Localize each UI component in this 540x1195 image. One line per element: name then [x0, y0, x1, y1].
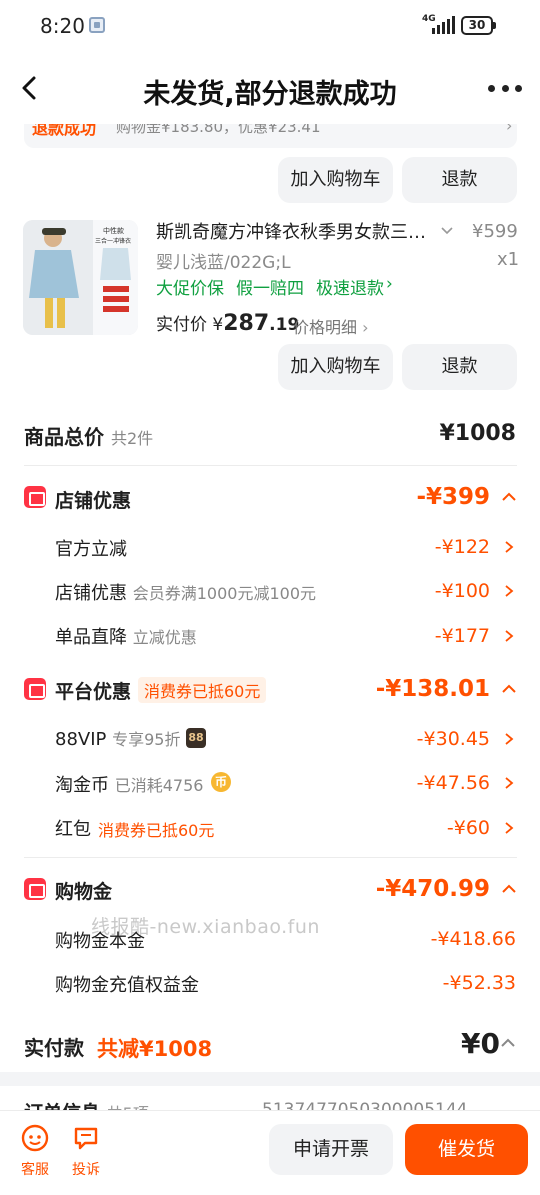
- product-quantity: x1: [497, 249, 520, 270]
- store-discount-amount[interactable]: -¥399: [416, 484, 490, 510]
- request-invoice-button[interactable]: 申请开票: [269, 1124, 393, 1175]
- chevron-right-icon[interactable]: [504, 540, 514, 554]
- store-coupon-amount[interactable]: -¥100: [435, 580, 490, 602]
- chevron-right-icon[interactable]: [504, 584, 514, 598]
- vip-amount[interactable]: -¥30.45: [417, 728, 490, 750]
- product-sku: 婴儿浅蓝/022G;L: [156, 253, 291, 273]
- total-label: 商品总价 共2件: [24, 421, 153, 450]
- vip-label: 88VIP: [55, 729, 107, 750]
- platform-discount-label: 平台优惠: [55, 681, 132, 703]
- chevron-up-icon[interactable]: [501, 684, 517, 694]
- consumer-coupon-tag: 消费券已抵60元: [138, 677, 267, 703]
- official-discount-label: 官方立减: [55, 539, 127, 560]
- product-image-text: 三合一冲锋衣: [95, 238, 132, 245]
- complain-button[interactable]: 投诉: [66, 1123, 106, 1179]
- chevron-right-icon[interactable]: [504, 821, 514, 835]
- item-count: 共2件: [110, 429, 154, 448]
- redpack-row: 红包: [55, 815, 91, 841]
- customer-service-icon: [21, 1124, 49, 1152]
- store-coupon-label: 店铺优惠: [55, 583, 127, 604]
- chevron-right-icon[interactable]: [504, 732, 514, 746]
- vip-88-icon: 88: [186, 728, 206, 748]
- signal-icon: [432, 16, 455, 34]
- service-tag: 极速退款: [316, 279, 384, 299]
- service-tags[interactable]: 大促价保 假一赔四 极速退款 ›: [156, 274, 393, 299]
- divider: [24, 857, 517, 858]
- shopping-gold-amount[interactable]: -¥470.99: [376, 876, 490, 902]
- redpack-note: 消费券已抵60元: [98, 821, 215, 840]
- product-image[interactable]: 中性款 三合一冲锋衣: [23, 220, 138, 335]
- gold-bonus-amount: -¥52.33: [442, 972, 516, 994]
- product-name[interactable]: 斯凯奇魔方冲锋衣秋季男女款三合一: [156, 218, 436, 244]
- gold-bonus-label: 购物金充值权益金: [55, 975, 199, 996]
- gold-principal-amount: -¥418.66: [430, 928, 516, 950]
- chevron-right-icon: ›: [362, 318, 369, 337]
- status-time: 8:20: [40, 14, 85, 38]
- refund-button[interactable]: 退款: [402, 157, 517, 203]
- urge-shipping-button[interactable]: 催发货: [405, 1124, 528, 1175]
- vip-row: 88VIP 专享95折: [55, 726, 181, 750]
- official-discount-amount[interactable]: -¥122: [435, 536, 490, 558]
- direct-cut-note: 立减优惠: [132, 628, 197, 647]
- battery-icon: 30: [461, 16, 496, 35]
- product-price: ¥599: [472, 221, 518, 242]
- service-tag: 大促价保: [156, 279, 224, 299]
- add-to-cart-button[interactable]: 加入购物车: [278, 157, 393, 203]
- total-amount: ¥1008: [439, 421, 516, 446]
- refund-button[interactable]: 退款: [402, 344, 517, 390]
- direct-cut-label: 单品直降: [55, 627, 127, 648]
- gold-principal-label: 购物金本金: [55, 931, 145, 952]
- bottom-action-bar: 客服 投诉 申请开票 催发货: [0, 1110, 540, 1195]
- vip-note: 专享95折: [112, 730, 181, 749]
- service-tag: 假一赔四: [236, 279, 304, 299]
- shopping-gold-label: 购物金: [55, 881, 113, 903]
- complain-icon: [74, 1127, 98, 1150]
- nav-bar: 未发货,部分退款成功: [0, 52, 540, 124]
- product-paid-price: 实付价 ¥287.19: [156, 310, 299, 336]
- store-discount-label: 店铺优惠: [55, 490, 132, 512]
- paid-label: 实付款: [24, 1036, 84, 1060]
- shopping-gold-icon: [24, 878, 46, 900]
- paid-amount: ¥0: [461, 1027, 500, 1060]
- store-coupon-note: 会员券满1000元减100元: [132, 584, 316, 603]
- app-notification-icon: [89, 17, 105, 33]
- chevron-right-icon: ›: [386, 274, 393, 294]
- divider: [24, 465, 517, 466]
- coin-row: 淘金币 已消耗4756: [55, 771, 203, 797]
- coin-amount[interactable]: -¥47.56: [417, 772, 490, 794]
- product-image-text: 中性款: [103, 227, 124, 235]
- chevron-up-icon[interactable]: [500, 1038, 516, 1048]
- price-detail-link[interactable]: 价格明细 ›: [293, 314, 369, 338]
- redpack-label: 红包: [55, 819, 91, 840]
- chevron-right-icon[interactable]: [504, 629, 514, 643]
- paid-price-label: 实付价: [156, 315, 207, 335]
- chevron-up-icon[interactable]: [501, 492, 517, 502]
- coin-icon: 币: [211, 772, 231, 792]
- store-coupon-row: 店铺优惠 会员券满1000元减100元: [55, 579, 316, 605]
- coin-label: 淘金币: [55, 775, 109, 796]
- saved-amount: 共减¥1008: [97, 1037, 213, 1061]
- chevron-up-icon[interactable]: [501, 884, 517, 894]
- store-icon: [24, 486, 46, 508]
- paid-price-integer: 287: [223, 311, 270, 336]
- status-bar: 8:20 4G 30: [0, 0, 540, 52]
- add-to-cart-button[interactable]: 加入购物车: [278, 344, 393, 390]
- paid-price-currency: ¥: [212, 315, 224, 335]
- redpack-amount[interactable]: -¥60: [447, 817, 490, 839]
- coin-note: 已消耗4756: [114, 776, 204, 795]
- customer-service-button[interactable]: 客服: [15, 1123, 55, 1179]
- total-label-text: 商品总价: [24, 425, 104, 449]
- chevron-down-icon[interactable]: [440, 224, 454, 238]
- customer-service-label: 客服: [21, 1162, 49, 1178]
- price-detail-label: 价格明细: [293, 318, 358, 337]
- page-title: 未发货,部分退款成功: [143, 79, 397, 110]
- complain-label: 投诉: [72, 1162, 100, 1178]
- direct-cut-amount[interactable]: -¥177: [435, 625, 490, 647]
- more-icon[interactable]: [488, 85, 522, 93]
- chevron-right-icon[interactable]: [504, 776, 514, 790]
- platform-icon: [24, 678, 46, 700]
- platform-discount-amount[interactable]: -¥138.01: [376, 676, 490, 702]
- section-gap: [0, 1072, 540, 1086]
- direct-cut-row: 单品直降 立减优惠: [55, 623, 197, 649]
